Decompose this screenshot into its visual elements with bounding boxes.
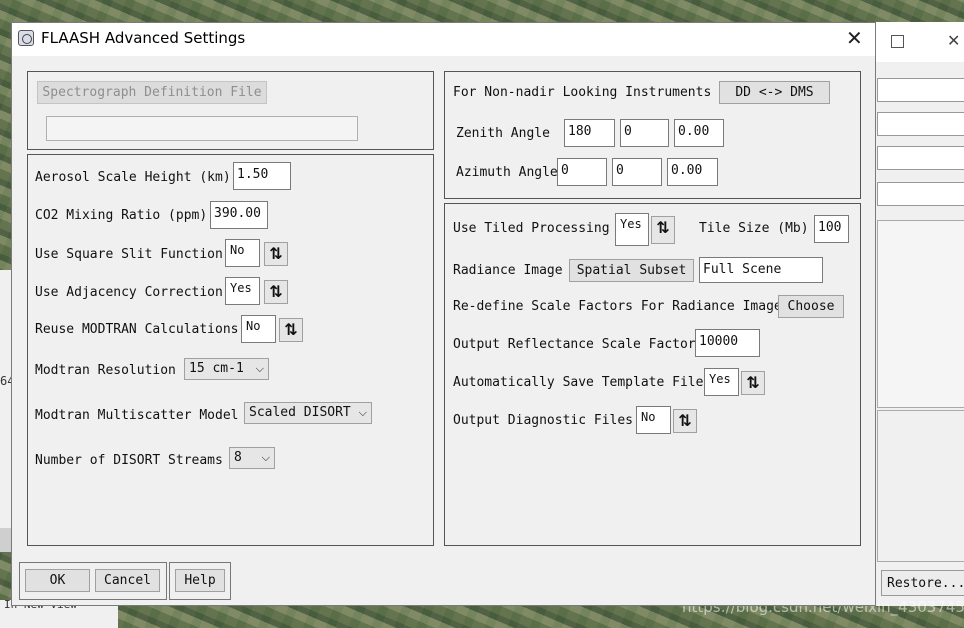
multiscatter-model-label: Modtran Multiscatter Model	[35, 408, 239, 423]
background-panel	[877, 410, 964, 562]
reuse-modtran-toggle[interactable]: No	[241, 315, 276, 343]
processing-panel: Use Tiled Processing Yes ⇅ Tile Size (Mb…	[444, 203, 861, 546]
spectrograph-panel: Spectrograph Definition File	[27, 71, 434, 150]
square-slit-switch-button[interactable]: ⇅	[264, 242, 288, 266]
app-icon	[18, 30, 34, 46]
multiscatter-model-select[interactable]: Scaled DISORT ⌵	[244, 402, 372, 424]
adjacency-correction-label: Use Adjacency Correction	[35, 285, 223, 300]
tile-size-label: Tile Size (Mb)	[699, 221, 809, 236]
multiscatter-model-value: Scaled DISORT	[249, 405, 351, 420]
modtran-settings-panel: Aerosol Scale Height (km) 1.50 CO2 Mixin…	[27, 154, 434, 546]
diagnostic-files-label: Output Diagnostic Files	[453, 413, 634, 428]
chevron-down-icon: ⌵	[261, 451, 270, 464]
zenith-seconds-field[interactable]: 0.00	[674, 119, 724, 147]
titlebar: FLAASH Advanced Settings ✕	[12, 23, 875, 56]
chevron-down-icon: ⌵	[358, 406, 367, 419]
spectrograph-definition-file-button[interactable]: Spectrograph Definition File	[37, 81, 267, 104]
square-slit-label: Use Square Slit Function	[35, 247, 223, 262]
background-field	[877, 112, 964, 136]
disort-streams-select[interactable]: 8 ⌵	[229, 447, 275, 469]
modtran-resolution-label: Modtran Resolution	[35, 363, 176, 378]
up-down-arrows-icon: ⇅	[678, 411, 692, 430]
dd-dms-button[interactable]: DD <-> DMS	[719, 81, 830, 104]
zenith-degrees-field[interactable]: 180	[564, 119, 615, 147]
background-field	[877, 78, 964, 102]
help-button[interactable]: Help	[175, 569, 225, 592]
maximize-icon[interactable]	[891, 35, 904, 48]
up-down-arrows-icon: ⇅	[269, 282, 283, 301]
non-nadir-panel: For Non-nadir Looking Instruments DD <->…	[444, 71, 861, 199]
window-title: FLAASH Advanced Settings	[41, 29, 246, 47]
azimuth-angle-label: Azimuth Angle	[456, 165, 558, 180]
adjacency-correction-toggle[interactable]: Yes	[225, 277, 260, 305]
reuse-modtran-switch-button[interactable]: ⇅	[279, 318, 303, 342]
up-down-arrows-icon: ⇅	[269, 244, 283, 263]
spatial-subset-button[interactable]: Spatial Subset	[569, 259, 694, 282]
azimuth-minutes-field[interactable]: 0	[612, 158, 662, 186]
disort-streams-value: 8	[234, 450, 242, 465]
disort-streams-label: Number of DISORT Streams	[35, 453, 223, 468]
reuse-modtran-label: Reuse MODTRAN Calculations	[35, 322, 239, 337]
ok-cancel-group: OK Cancel	[19, 562, 167, 600]
tile-size-field[interactable]: 100	[814, 215, 849, 243]
square-slit-toggle[interactable]: No	[225, 239, 260, 267]
non-nadir-heading: For Non-nadir Looking Instruments	[453, 85, 712, 100]
choose-button[interactable]: Choose	[778, 295, 844, 318]
modtran-resolution-select[interactable]: 15 cm-1 ⌵	[184, 358, 269, 380]
azimuth-degrees-field[interactable]: 0	[557, 158, 607, 186]
reflectance-scale-field[interactable]: 10000	[695, 329, 760, 357]
autosave-template-label: Automatically Save Template File	[453, 375, 704, 390]
close-icon[interactable]: ✕	[846, 26, 863, 50]
redefine-scale-factors-label: Re-define Scale Factors For Radiance Ima…	[453, 299, 782, 314]
diagnostic-files-toggle[interactable]: No	[636, 406, 671, 434]
spectrograph-file-field[interactable]	[46, 116, 358, 141]
restore-button[interactable]: Restore...	[881, 570, 964, 596]
co2-mixing-ratio-label: CO2 Mixing Ratio (ppm)	[35, 208, 208, 223]
diagnostic-files-switch-button[interactable]: ⇅	[673, 409, 697, 433]
autosave-template-toggle[interactable]: Yes	[704, 368, 739, 396]
aerosol-scale-height-field[interactable]: 1.50	[233, 162, 291, 190]
zenith-angle-label: Zenith Angle	[456, 126, 550, 141]
cancel-button[interactable]: Cancel	[95, 569, 160, 592]
help-group: Help	[169, 562, 231, 600]
ok-button[interactable]: OK	[25, 569, 90, 592]
background-panel	[877, 220, 964, 408]
tiled-processing-label: Use Tiled Processing	[453, 221, 610, 236]
spatial-subset-field: Full Scene	[699, 257, 823, 283]
chevron-down-icon: ⌵	[255, 362, 264, 375]
tiled-processing-toggle[interactable]: Yes	[615, 213, 649, 246]
autosave-template-switch-button[interactable]: ⇅	[741, 371, 765, 395]
background-field	[877, 146, 964, 170]
tiled-processing-switch-button[interactable]: ⇅	[651, 216, 675, 244]
background-window-titlebar: ✕	[861, 22, 964, 62]
flaash-advanced-settings-dialog: FLAASH Advanced Settings ✕ Spectrograph …	[11, 22, 876, 606]
zenith-minutes-field[interactable]: 0	[620, 119, 669, 147]
close-icon[interactable]: ✕	[947, 31, 960, 50]
up-down-arrows-icon: ⇅	[284, 320, 298, 339]
modtran-resolution-value: 15 cm-1	[189, 361, 244, 376]
co2-mixing-ratio-field[interactable]: 390.00	[210, 201, 268, 229]
adjacency-correction-switch-button[interactable]: ⇅	[264, 280, 288, 304]
aerosol-scale-height-label: Aerosol Scale Height (km)	[35, 170, 231, 185]
up-down-arrows-icon: ⇅	[746, 373, 760, 392]
background-field	[877, 182, 964, 206]
up-down-arrows-icon: ⇅	[656, 218, 670, 237]
azimuth-seconds-field[interactable]: 0.00	[667, 158, 718, 186]
radiance-image-label: Radiance Image	[453, 263, 563, 278]
reflectance-scale-label: Output Reflectance Scale Factor	[453, 337, 696, 352]
